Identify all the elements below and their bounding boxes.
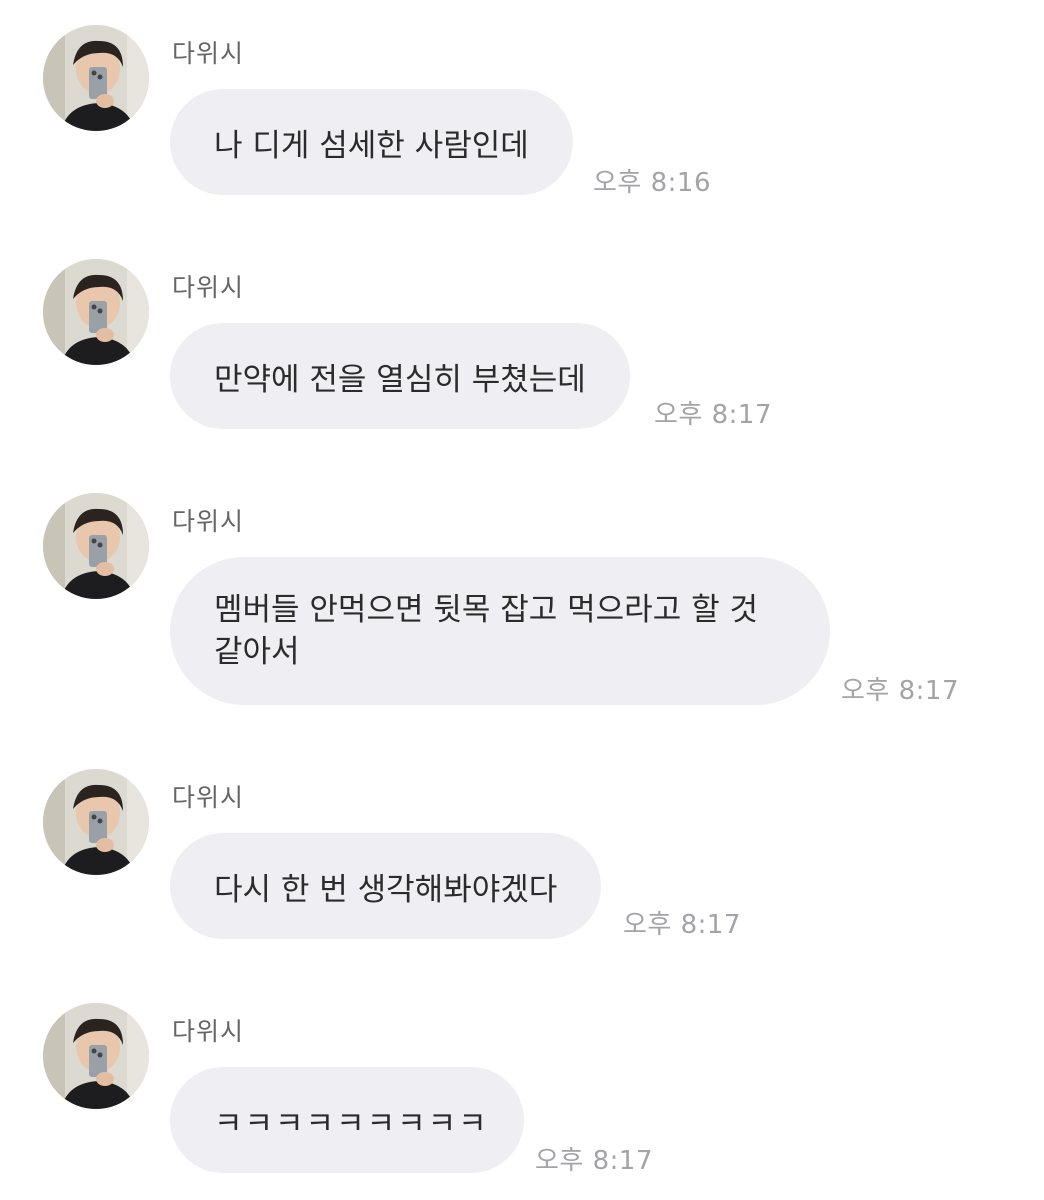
- avatar[interactable]: [43, 259, 149, 365]
- chat-thread: 다위시 나 디게 섬세한 사람인데 오후 8:16 다위시 만약에 전을 열심히…: [0, 0, 1044, 1200]
- message-bubble[interactable]: 만약에 전을 열심히 부쳤는데: [170, 323, 630, 429]
- message-group: 다위시 만약에 전을 열심히 부쳤는데 오후 8:17: [0, 234, 1044, 468]
- avatar-image: [43, 493, 149, 599]
- avatar-image: [43, 259, 149, 365]
- sender-name: 다위시: [172, 273, 245, 302]
- message-group: 다위시 멤버들 안먹으면 뒷목 잡고 먹으라고 할 것 같아서 오후 8:17: [0, 468, 1044, 744]
- sender-name: 다위시: [172, 39, 245, 68]
- avatar[interactable]: [43, 25, 149, 131]
- message-group: 다위시 나 디게 섬세한 사람인데 오후 8:16: [0, 0, 1044, 234]
- message-timestamp: 오후 8:17: [623, 910, 741, 940]
- message-timestamp: 오후 8:17: [841, 676, 959, 706]
- avatar[interactable]: [43, 769, 149, 875]
- message-timestamp: 오후 8:17: [654, 400, 772, 430]
- message-bubble[interactable]: 나 디게 섬세한 사람인데: [170, 89, 573, 195]
- sender-name: 다위시: [172, 1017, 245, 1046]
- avatar-image: [43, 1003, 149, 1109]
- avatar-image: [43, 25, 149, 131]
- message-timestamp: 오후 8:16: [593, 168, 711, 198]
- sender-name: 다위시: [172, 507, 245, 536]
- message-group: 다위시 ㅋㅋㅋㅋㅋㅋㅋㅋㅋ 오후 8:17: [0, 978, 1044, 1200]
- avatar[interactable]: [43, 493, 149, 599]
- message-bubble[interactable]: ㅋㅋㅋㅋㅋㅋㅋㅋㅋ: [170, 1067, 524, 1173]
- sender-name: 다위시: [172, 783, 245, 812]
- avatar[interactable]: [43, 1003, 149, 1109]
- message-bubble[interactable]: 다시 한 번 생각해봐야겠다: [170, 833, 602, 939]
- message-timestamp: 오후 8:17: [535, 1146, 653, 1176]
- message-bubble[interactable]: 멤버들 안먹으면 뒷목 잡고 먹으라고 할 것 같아서: [170, 557, 830, 705]
- message-group: 다위시 다시 한 번 생각해봐야겠다 오후 8:17: [0, 744, 1044, 978]
- avatar-image: [43, 769, 149, 875]
